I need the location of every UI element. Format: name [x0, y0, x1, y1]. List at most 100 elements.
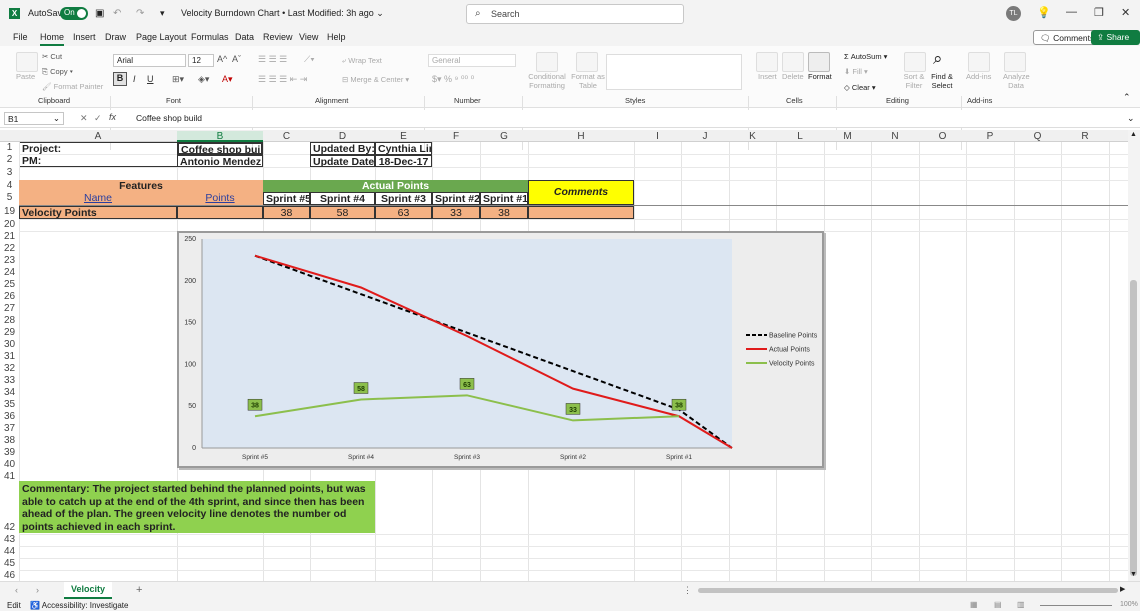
tab-review[interactable]: Review [263, 32, 293, 42]
burndown-chart[interactable]: 0 50 100 150 200 250 Sprint #5 Sprint #4 Sprint … [177, 231, 824, 468]
conditional-formatting-icon[interactable] [536, 52, 558, 72]
vertical-scrollbar[interactable]: ▲ ▼ [1128, 130, 1140, 582]
pm-label[interactable]: PM: [20, 155, 177, 167]
analyze-data-label[interactable]: Analyze Data [1003, 72, 1030, 90]
copy-button[interactable]: ⎘ Copy ▾ [42, 67, 73, 77]
column-header-c[interactable]: C [263, 131, 310, 142]
column-header-e[interactable]: E [375, 131, 432, 142]
number-format-select[interactable]: General [428, 54, 516, 67]
points-header[interactable]: Points [177, 192, 263, 205]
tab-draw[interactable]: Draw [105, 32, 126, 42]
align-top-icon[interactable]: ☰ ☰ ☰ [258, 54, 287, 65]
conditional-formatting-label[interactable]: Conditional Formatting [527, 72, 567, 90]
customize-qat-icon[interactable]: ▾ [160, 8, 165, 19]
updated-by-label[interactable]: Updated By: [310, 142, 375, 155]
paste-label[interactable]: Paste [16, 72, 35, 81]
column-header-j[interactable]: J [681, 131, 729, 142]
column-header-i[interactable]: I [634, 131, 681, 142]
row-header[interactable]: 36 [0, 411, 19, 422]
borders-icon[interactable]: ⊞▾ [172, 74, 184, 85]
next-sheet-icon[interactable]: › [36, 585, 39, 595]
underline-button[interactable]: U [147, 74, 154, 84]
expand-formula-icon[interactable]: ⌄ [1127, 113, 1135, 124]
insert-function-icon[interactable]: fx [109, 112, 116, 122]
velocity-points-empty[interactable] [177, 206, 263, 219]
scroll-up-icon[interactable]: ▲ [1130, 131, 1137, 138]
sprint-header[interactable]: Sprint #5 [263, 192, 310, 205]
font-size-select[interactable]: 12 [188, 54, 214, 67]
sprint-header[interactable]: Sprint #1 [480, 192, 528, 205]
velocity-value[interactable]: 63 [375, 206, 432, 219]
add-sheet-icon[interactable]: + [136, 584, 142, 596]
name-box[interactable]: B1 ⌄ [4, 112, 64, 125]
autosum-button[interactable]: Σ AutoSum ▾ [844, 52, 887, 61]
row-header[interactable]: 22 [0, 243, 19, 254]
row-header[interactable]: 34 [0, 387, 19, 398]
find-icon[interactable]: ⌕ [933, 49, 943, 69]
sprint-header[interactable]: Sprint #4 [310, 192, 375, 205]
align-left-icon[interactable]: ☰ ☰ ☰ ⇤ ⇥ [258, 74, 307, 85]
save-icon[interactable]: ▣ [95, 8, 104, 19]
row-header[interactable]: 19 [0, 206, 19, 217]
tab-data[interactable]: Data [235, 32, 254, 42]
page-break-view-icon[interactable]: ▥ [1017, 600, 1025, 609]
wrap-text-button[interactable]: ⤶ Wrap Text [342, 56, 382, 66]
formula-input[interactable]: Coffee shop build [136, 113, 202, 123]
velocity-value[interactable]: 58 [310, 206, 375, 219]
format-as-table-icon[interactable] [576, 52, 598, 72]
search-box[interactable]: ⌕ Search [466, 4, 684, 24]
actual-points-header[interactable]: Actual Points [263, 180, 528, 192]
page-layout-view-icon[interactable]: ▤ [994, 600, 1002, 609]
column-header-b[interactable]: B [177, 131, 263, 142]
row-header[interactable]: 43 [0, 534, 19, 545]
tab-home[interactable]: Home [40, 32, 65, 46]
italic-button[interactable]: I [133, 74, 136, 84]
bold-button[interactable]: B [113, 72, 127, 86]
font-name-select[interactable]: Arial [113, 54, 186, 67]
row-header[interactable]: 29 [0, 327, 19, 338]
scroll-down-icon[interactable]: ▼ [1130, 571, 1137, 578]
column-header-r[interactable]: R [1061, 131, 1109, 142]
update-date-value[interactable]: 18-Dec-17 [375, 155, 432, 167]
accessibility-button[interactable]: ♿ Accessibility: Investigate [30, 601, 128, 610]
format-as-table-label[interactable]: Format as Table [570, 72, 606, 90]
column-header-f[interactable]: F [432, 131, 480, 142]
column-header-m[interactable]: M [824, 131, 871, 142]
row-header[interactable]: 41 [0, 471, 19, 482]
sprint-header[interactable]: Sprint #3 [375, 192, 432, 205]
share-button[interactable]: ⇪ Share ▾ [1091, 30, 1140, 53]
cut-button[interactable]: ✂ Cut [42, 52, 62, 61]
velocity-points-label[interactable]: Velocity Points [19, 206, 177, 219]
fill-button[interactable]: ⬇ Fill ▾ [844, 67, 868, 76]
more-icon[interactable]: ⋮ [683, 585, 692, 596]
sprint-header[interactable]: Sprint #2 [432, 192, 480, 205]
clear-button[interactable]: ◇ Clear ▾ [844, 83, 876, 92]
update-date-label[interactable]: Update Date: [310, 155, 375, 167]
column-header-a[interactable]: A [19, 131, 177, 142]
row-header[interactable]: 2 [0, 154, 19, 165]
font-color-icon[interactable]: A▾ [222, 74, 233, 85]
row-header[interactable]: 40 [0, 459, 19, 470]
insert-cells-icon[interactable] [756, 52, 778, 72]
prev-sheet-icon[interactable]: ‹ [15, 585, 18, 595]
zoom-level[interactable]: 100% [1120, 601, 1138, 608]
column-header-l[interactable]: L [776, 131, 824, 142]
tab-file[interactable]: File [13, 32, 28, 42]
decrease-font-icon[interactable]: Aˇ [232, 54, 241, 64]
sort-filter-icon[interactable] [904, 52, 926, 72]
sort-filter-label[interactable]: Sort & Filter [902, 72, 926, 90]
velocity-value[interactable]: 38 [263, 206, 310, 219]
tab-insert[interactable]: Insert [73, 32, 96, 42]
lightbulb-icon[interactable]: 💡 [1037, 6, 1051, 19]
scroll-right-icon[interactable]: ▶ [1120, 585, 1125, 593]
format-cells-icon[interactable] [808, 52, 830, 72]
addins-icon[interactable] [968, 52, 990, 72]
cell-styles-gallery[interactable] [606, 54, 742, 90]
velocity-value[interactable]: 33 [432, 206, 480, 219]
column-header-g[interactable]: G [480, 131, 528, 142]
scroll-thumb[interactable] [1130, 280, 1137, 576]
velocity-value[interactable]: 38 [480, 206, 528, 219]
row-header[interactable]: 37 [0, 423, 19, 434]
avatar[interactable]: TL [1006, 6, 1021, 21]
row-header[interactable]: 27 [0, 303, 19, 314]
